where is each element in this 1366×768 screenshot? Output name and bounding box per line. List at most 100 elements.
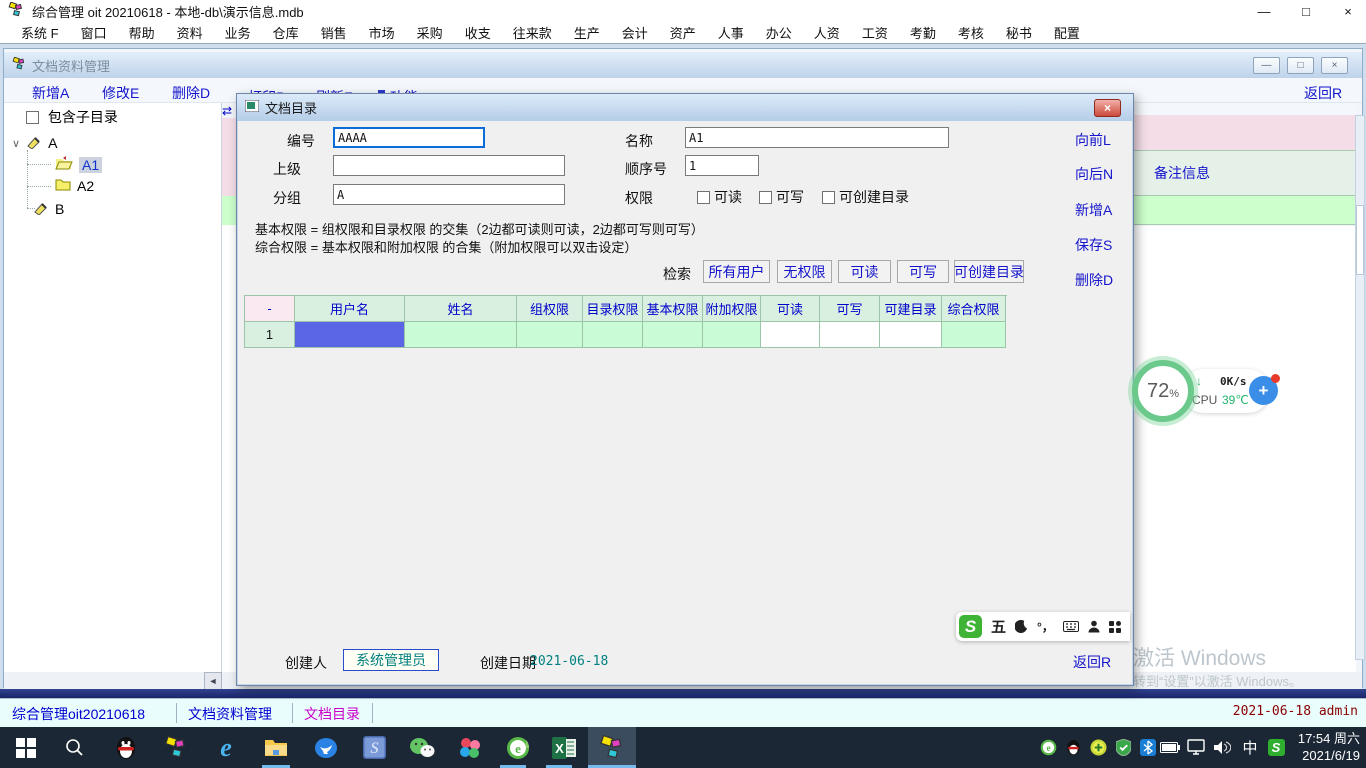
tray-sogou-icon[interactable]: S <box>1266 737 1286 757</box>
username-cell-selected[interactable] <box>295 322 405 348</box>
child-close-button[interactable]: × <box>1321 57 1348 74</box>
tray-battery-icon[interactable] <box>1160 737 1180 757</box>
child-restore-button[interactable]: □ <box>1287 57 1314 74</box>
vertical-scrollbar[interactable] <box>1355 115 1365 660</box>
tray-360-browser-icon[interactable]: e <box>1038 737 1058 757</box>
col-header[interactable]: - <box>245 296 295 322</box>
menu-item[interactable]: 配置 <box>1043 23 1091 42</box>
prev-button[interactable]: 向前L <box>1075 130 1111 150</box>
menu-item[interactable]: 窗口 <box>70 23 118 42</box>
include-subdir-checkbox[interactable] <box>26 111 39 124</box>
taskbar-clock[interactable]: 17:54 周六 2021/6/19 <box>1298 730 1360 764</box>
taskbar-flower-icon[interactable] <box>446 727 494 768</box>
name-input[interactable] <box>685 127 949 148</box>
tray-shield-icon[interactable] <box>1113 737 1133 757</box>
tray-network-icon[interactable] <box>1186 737 1206 757</box>
code-input[interactable] <box>333 127 485 148</box>
read-cell[interactable] <box>761 322 820 348</box>
menu-item[interactable]: 考勤 <box>899 23 947 42</box>
menu-item[interactable]: 往来款 <box>502 23 563 42</box>
menu-item[interactable]: 人资 <box>803 23 851 42</box>
write-cell[interactable] <box>820 322 880 348</box>
col-header[interactable]: 可读 <box>761 296 820 322</box>
search-no-perm-button[interactable]: 无权限 <box>777 260 832 283</box>
taskbar-wechat-icon[interactable] <box>398 727 446 768</box>
tree-item-label[interactable]: A <box>48 135 57 151</box>
close-button[interactable]: × <box>1340 4 1356 19</box>
toolbar-delete-button[interactable]: 删除D <box>172 83 210 103</box>
extra-perm-cell[interactable] <box>703 322 761 348</box>
tree-item-label[interactable]: B <box>55 201 64 217</box>
col-header[interactable]: 可写 <box>820 296 880 322</box>
col-header[interactable]: 姓名 <box>405 296 517 322</box>
menu-item[interactable]: 系统 F <box>10 23 70 42</box>
tree-item-A1[interactable]: A1 <box>55 156 102 173</box>
base-perm-cell[interactable] <box>643 322 703 348</box>
col-header[interactable]: 附加权限 <box>703 296 761 322</box>
expander-icon[interactable]: ∨ <box>12 137 20 150</box>
menu-item[interactable]: 采购 <box>406 23 454 42</box>
tray-qq-icon[interactable] <box>1063 737 1083 757</box>
menu-item[interactable]: 考核 <box>947 23 995 42</box>
tray-safe-plus-icon[interactable] <box>1088 737 1108 757</box>
menu-item[interactable]: 办公 <box>755 23 803 42</box>
search-read-button[interactable]: 可读 <box>838 260 891 283</box>
col-header[interactable]: 综合权限 <box>942 296 1006 322</box>
include-subdir-option[interactable]: 包含子目录 <box>26 107 118 127</box>
menu-item[interactable]: 帮助 <box>118 23 166 42</box>
menu-item[interactable]: 销售 <box>310 23 358 42</box>
toolbar-edit-button[interactable]: 修改E <box>102 83 139 103</box>
dialog-back-button[interactable]: 返回R <box>1073 652 1111 672</box>
tree-item-label[interactable]: A2 <box>77 178 94 194</box>
minimize-button[interactable]: — <box>1256 4 1272 19</box>
tree-item-label[interactable]: A1 <box>79 157 102 173</box>
optimizer-ball-widget[interactable]: 72% <box>1132 360 1194 422</box>
col-header[interactable]: 基本权限 <box>643 296 703 322</box>
name-cell[interactable] <box>405 322 517 348</box>
col-header[interactable]: 可建目录 <box>880 296 942 322</box>
tree-item-A[interactable]: ∨ A <box>12 134 57 152</box>
perm-create-checkbox[interactable] <box>822 191 835 204</box>
tray-bluetooth-icon[interactable] <box>1138 737 1158 757</box>
total-perm-cell[interactable] <box>942 322 1006 348</box>
scroll-left-button[interactable]: ◄ <box>204 672 222 690</box>
search-write-button[interactable]: 可写 <box>897 260 949 283</box>
menu-item[interactable]: 秘书 <box>995 23 1043 42</box>
soft-keyboard-icon[interactable] <box>1063 621 1079 632</box>
dir-perm-cell[interactable] <box>583 322 643 348</box>
tree-item-A2[interactable]: A2 <box>55 178 94 194</box>
search-all-users-button[interactable]: 所有用户 <box>703 260 770 283</box>
col-header[interactable]: 用户名 <box>295 296 405 322</box>
mkdir-cell[interactable] <box>880 322 942 348</box>
taskbar-ie-icon[interactable]: e <box>202 727 250 768</box>
toolbar-new-button[interactable]: 新增A <box>32 83 69 103</box>
sogou-logo-icon[interactable]: S <box>959 615 982 638</box>
punctuation-icon[interactable]: °， <box>1037 618 1054 635</box>
menu-item[interactable]: 仓库 <box>262 23 310 42</box>
taskbar-excel-icon[interactable]: X <box>540 727 588 768</box>
tray-volume-icon[interactable] <box>1212 737 1232 757</box>
taskbar-qq-icon[interactable] <box>102 727 150 768</box>
menu-item[interactable]: 资产 <box>659 23 707 42</box>
menu-item[interactable]: 生产 <box>563 23 611 42</box>
perm-write-option[interactable]: 可写 <box>759 187 804 207</box>
save-button[interactable]: 保存S <box>1075 235 1112 255</box>
group-input[interactable] <box>333 184 565 205</box>
perm-create-option[interactable]: 可创建目录 <box>822 187 909 207</box>
child-minimize-button[interactable]: — <box>1253 57 1280 74</box>
tree-item-B[interactable]: B <box>33 200 64 218</box>
taskbar-explorer-icon[interactable] <box>252 727 300 768</box>
taskbar-360-browser-icon[interactable]: e <box>494 727 542 768</box>
start-button[interactable] <box>2 727 50 768</box>
taskbar-oit-app-icon[interactable] <box>152 727 200 768</box>
row-index-cell[interactable]: 1 <box>245 322 295 348</box>
table-row[interactable]: 1 <box>245 322 1007 348</box>
add-button[interactable]: 新增A <box>1075 200 1112 220</box>
taskbar-dingtalk-icon[interactable] <box>302 727 350 768</box>
menu-item[interactable]: 会计 <box>611 23 659 42</box>
menu-item[interactable]: 工资 <box>851 23 899 42</box>
menu-item[interactable]: 人事 <box>707 23 755 42</box>
menu-item[interactable]: 资料 <box>166 23 214 42</box>
wubi-mode-icon[interactable]: 五 <box>991 616 1006 637</box>
account-person-icon[interactable] <box>1088 620 1100 633</box>
